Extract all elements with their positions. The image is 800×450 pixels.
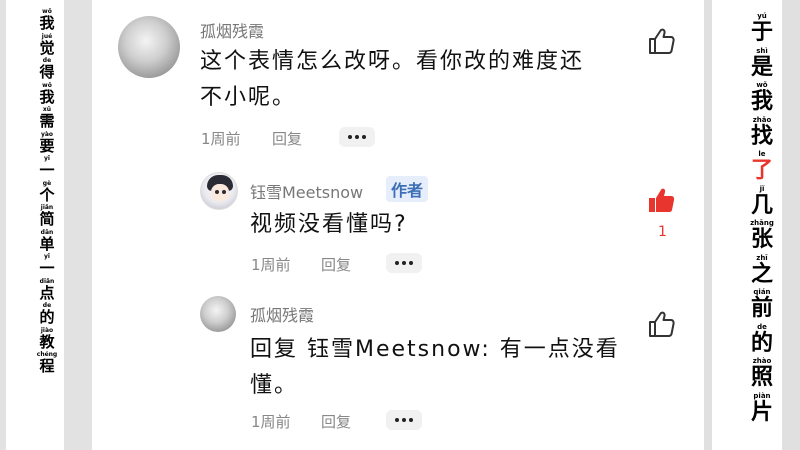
caption-hanzi: 单 (39, 234, 55, 253)
caption-char: yī 一 (39, 253, 54, 278)
caption-char: jué 觉 (39, 33, 54, 58)
caption-char: jǐ 几 (751, 185, 773, 220)
more-dots-icon[interactable] (386, 253, 422, 273)
caption-hanzi: 的 (750, 330, 773, 356)
more-dots-icon[interactable] (386, 410, 422, 430)
caption-char: jiǎn 简 (39, 204, 54, 229)
caption-char: wǒ 我 (39, 8, 54, 33)
comment-text: 回复 钰雪Meetsnow: 有一点没看 懂。 (250, 332, 640, 404)
comment-text-line: 不小呢。 (200, 85, 297, 110)
caption-hanzi: 简 (39, 210, 55, 228)
avatar[interactable] (118, 16, 180, 78)
caption-char: de 的 (751, 323, 773, 358)
caption-char: yào 要 (39, 131, 54, 156)
avatar[interactable] (200, 172, 238, 210)
caption-char: wǒ 我 (751, 81, 773, 116)
caption-hanzi: 张 (750, 227, 773, 252)
thumb-up-filled-icon[interactable] (646, 185, 676, 215)
caption-char: zhǎo 找 (751, 116, 773, 151)
thumb-up-outline-icon[interactable] (646, 26, 676, 56)
caption-hanzi: 的 (39, 308, 55, 326)
caption-char: le 了 (751, 150, 773, 185)
reply-button[interactable]: 回复 (272, 128, 302, 149)
caption-char: shì 是 (751, 47, 773, 82)
caption-char: yú 于 (751, 12, 773, 47)
caption-hanzi: 需 (39, 112, 55, 130)
caption-char: de 的 (39, 302, 54, 327)
caption-hanzi: 几 (750, 192, 773, 218)
more-dots-icon[interactable] (339, 127, 375, 147)
caption-hanzi: 是 (750, 54, 773, 80)
author-badge: 作者 (386, 176, 429, 202)
caption-char: gè 个 (39, 180, 54, 205)
caption-char: wǒ 我 (39, 82, 54, 107)
comment-text: 视频没看懂吗? (250, 212, 408, 237)
caption-char: diǎn 点 (39, 278, 54, 303)
caption-char: qián 前 (751, 288, 773, 323)
caption-hanzi: 找 (750, 123, 773, 149)
comment-text: 这个表情怎么改呀。看你改的难度还 不小呢。 (200, 44, 640, 116)
caption-char: zhī 之 (751, 254, 773, 289)
reply-button[interactable]: 回复 (321, 254, 351, 275)
caption-char: yī 一 (39, 155, 54, 180)
caption-hanzi: 一 (39, 259, 55, 277)
reply-button[interactable]: 回复 (321, 411, 351, 432)
comment-time: 1周前 (251, 256, 291, 274)
caption-hanzi: 得 (39, 63, 55, 81)
caption-char: dān 单 (39, 229, 54, 254)
caption-char: xū 需 (39, 106, 54, 131)
comment-time: 1周前 (251, 413, 291, 431)
caption-hanzi: 了 (750, 158, 773, 183)
caption-hanzi: 我 (750, 89, 773, 114)
comment-username[interactable]: 钰雪Meetsnow (250, 179, 363, 203)
comment-text-line: 懂。 (250, 373, 299, 398)
comment-username[interactable]: 孤烟残霞 (200, 18, 264, 42)
caption-char: piàn 片 (751, 392, 773, 427)
right-vertical-caption: yú 于 shì 是 wǒ 我 zhǎo 找 le 了 jǐ 几 zhāng 张 zhī 之 qián 前 de 的 z… (744, 12, 780, 426)
avatar[interactable] (200, 296, 236, 332)
caption-hanzi: 教 (39, 332, 55, 351)
comment-text-line: 回复 钰雪Meetsnow: 有一点没看 (250, 337, 620, 362)
caption-hanzi: 照 (750, 365, 773, 390)
thumb-up-outline-icon[interactable] (646, 309, 676, 339)
caption-char: de 得 (39, 57, 54, 82)
comment-text-line: 这个表情怎么改呀。看你改的难度还 (200, 49, 585, 74)
caption-hanzi: 于 (750, 20, 773, 45)
left-vertical-caption: wǒ 我 jué 觉 de 得 wǒ 我 xū 需 yào 要 yī 一 gè 个 jiǎn 简 dān 单 yī 一 di… (32, 8, 62, 376)
caption-hanzi: 前 (750, 296, 773, 321)
comment-time: 1周前 (201, 130, 241, 148)
caption-hanzi: 片 (750, 399, 773, 425)
caption-char: zhāng 张 (750, 219, 774, 254)
caption-hanzi: 之 (750, 261, 773, 287)
like-count: 1 (658, 224, 667, 240)
caption-char: jiào 教 (39, 327, 54, 352)
caption-hanzi: 觉 (39, 38, 55, 57)
caption-hanzi: 我 (39, 14, 55, 32)
caption-hanzi: 个 (39, 185, 55, 204)
caption-char: zhào 照 (751, 357, 773, 392)
caption-char: chéng 程 (37, 351, 57, 376)
caption-hanzi: 要 (39, 136, 55, 155)
caption-hanzi: 点 (39, 283, 55, 302)
comment-username[interactable]: 孤烟残霞 (250, 302, 314, 326)
caption-hanzi: 我 (39, 87, 55, 106)
caption-hanzi: 一 (39, 161, 55, 179)
caption-hanzi: 程 (39, 357, 55, 375)
